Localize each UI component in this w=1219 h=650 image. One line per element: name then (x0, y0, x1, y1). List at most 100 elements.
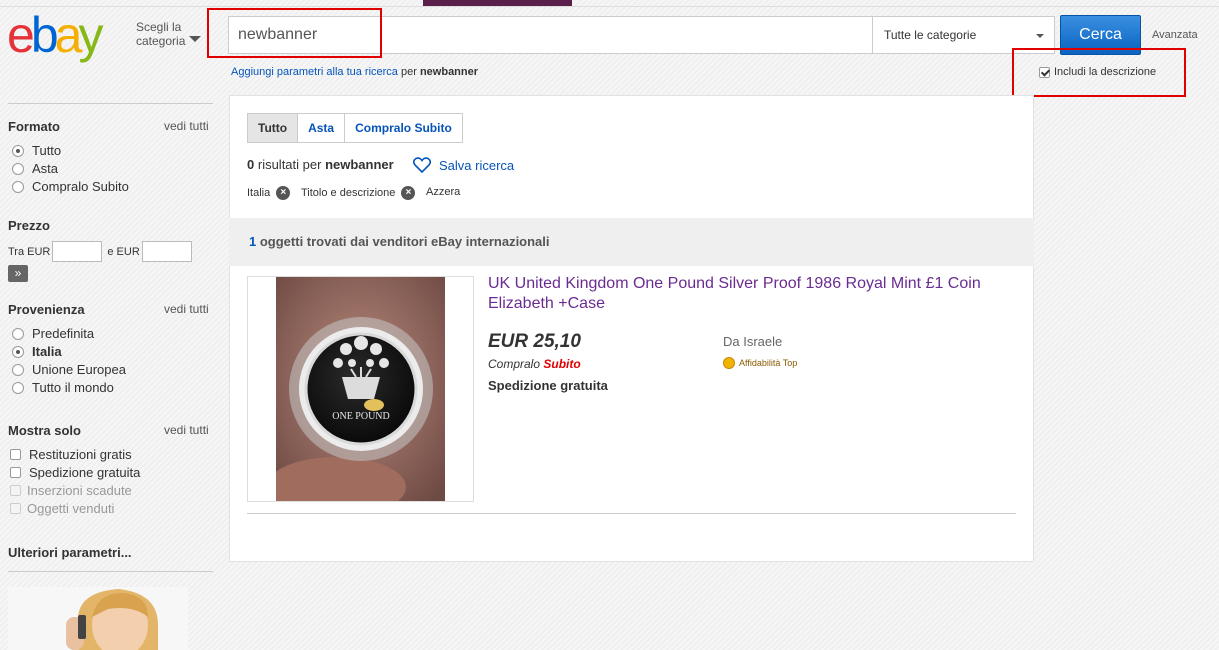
chevron-down-icon (1036, 34, 1044, 38)
checkbox-icon (10, 485, 21, 496)
top-accent-bar (423, 0, 572, 6)
origin-see-all-link[interactable]: vedi tutti (164, 302, 209, 316)
more-params-link[interactable]: Ulteriori parametri... (8, 545, 132, 560)
origin-title: Provenienza (8, 302, 85, 317)
origin-option-label: Tutto il mondo (32, 380, 114, 395)
logo-letter-e: e (7, 7, 35, 63)
radio-icon[interactable] (12, 162, 24, 175)
price-to-label: e EUR (107, 245, 140, 258)
item-origin: Da Israele (723, 334, 783, 349)
filter-sold-items: Oggetti venduti (10, 501, 114, 516)
format-option-buy-now[interactable]: Compralo Subito (12, 179, 129, 194)
radio-icon[interactable] (12, 345, 24, 358)
top-divider (0, 6, 1219, 7)
save-search-link[interactable]: Salva ricerca (439, 158, 514, 173)
sidebar-divider (8, 571, 213, 572)
show-only-title: Mostra solo (8, 423, 81, 438)
add-params-for: per (400, 66, 417, 78)
origin-option-label: Unione Europea (32, 362, 126, 377)
price-min-input[interactable] (52, 241, 103, 262)
coin-photo[interactable]: ONE POUND (276, 277, 445, 501)
category-select-value: Tutte le categorie (884, 28, 977, 42)
item-divider (247, 513, 1016, 514)
clear-filters-link[interactable]: Azzera (426, 186, 460, 198)
close-icon[interactable]: × (401, 186, 416, 200)
filter-chip-italy: Italia × (247, 186, 291, 200)
price-from-label: Tra EUR (8, 245, 51, 258)
filter-free-returns[interactable]: Restituzioni gratis (10, 447, 132, 462)
format-option-label: Asta (32, 161, 59, 176)
buy-now-badge: Compralo Subito (488, 357, 581, 371)
add-params-link[interactable]: Aggiungi parametri alla tua ricerca (231, 66, 398, 78)
format-option-label: Tutto (32, 143, 62, 158)
close-icon[interactable]: × (276, 186, 291, 200)
medal-icon (723, 357, 735, 369)
radio-icon[interactable] (12, 363, 24, 376)
origin-option-eu[interactable]: Unione Europea (12, 362, 126, 377)
checkbox-icon (10, 503, 21, 514)
filter-label: Spedizione gratuita (29, 465, 141, 480)
add-params-term: newbanner (419, 66, 479, 78)
origin-option-default[interactable]: Predefinita (12, 326, 94, 341)
buy-now-label: Compralo (488, 357, 541, 371)
filter-chip-label: Titolo e descrizione (301, 187, 396, 199)
woman-on-phone-image (8, 587, 188, 650)
heart-icon[interactable] (413, 157, 431, 173)
checkbox-icon[interactable] (10, 467, 21, 478)
item-price: EUR 25,10 (488, 331, 581, 352)
price-range: Tra EUR e EUR (8, 241, 195, 262)
price-submit-button[interactable]: » (8, 265, 28, 282)
tab-buy-now[interactable]: Compralo Subito (344, 114, 462, 142)
format-option-label: Compralo Subito (32, 179, 129, 194)
filter-expired-listings: Inserzioni scadute (10, 483, 132, 498)
sidebar-divider (8, 103, 213, 104)
chevron-down-icon[interactable] (189, 36, 201, 42)
top-rated-badge: Affidabilità Top (723, 357, 797, 369)
highlight-box-search (207, 8, 382, 58)
radio-icon[interactable] (12, 381, 24, 394)
ebay-logo[interactable]: ebay (7, 7, 103, 63)
format-title: Formato (8, 119, 60, 134)
logo-letter-a: a (54, 7, 83, 63)
choose-category-button[interactable]: Scegli la categoria (136, 20, 188, 48)
results-count-label: risultati per (257, 157, 322, 172)
international-results-bar: 1 oggetti trovati dai venditori eBay int… (229, 218, 1034, 266)
filter-chip-label: Italia (247, 187, 271, 199)
add-params-line: Aggiungi parametri alla tua ricerca per … (231, 66, 478, 78)
highlight-box-description (1012, 48, 1186, 97)
radio-icon[interactable] (12, 180, 24, 193)
format-tabs: Tutto Asta Compralo Subito (247, 113, 463, 143)
format-option-all[interactable]: Tutto (12, 143, 61, 158)
filter-label: Oggetti venduti (27, 501, 115, 516)
format-see-all-link[interactable]: vedi tutti (164, 119, 209, 133)
buy-now-label-accent: Subito (543, 357, 581, 371)
logo-letter-y: y (78, 7, 103, 63)
price-title: Prezzo (8, 218, 50, 233)
top-rated-label: Affidabilità Top (739, 358, 798, 368)
filter-chip-title-description: Titolo e descrizione × (301, 186, 416, 200)
show-only-see-all-link[interactable]: vedi tutti (164, 423, 209, 437)
filter-free-shipping[interactable]: Spedizione gratuita (10, 465, 140, 480)
item-shipping: Spedizione gratuita (488, 378, 608, 393)
format-option-auction[interactable]: Asta (12, 161, 58, 176)
tab-all[interactable]: Tutto (248, 114, 298, 142)
radio-icon[interactable] (12, 327, 24, 340)
filter-label: Restituzioni gratis (29, 447, 132, 462)
logo-letter-b: b (30, 7, 59, 63)
results-count-number: 0 (247, 157, 255, 172)
advertisement-image[interactable] (8, 587, 188, 650)
origin-option-label: Italia (32, 344, 62, 359)
origin-option-italy[interactable]: Italia (12, 344, 62, 359)
origin-option-label: Predefinita (32, 326, 95, 341)
origin-option-world[interactable]: Tutto il mondo (12, 380, 114, 395)
intl-label: oggetti trovati dai venditori eBay inter… (259, 234, 550, 249)
advanced-search-link[interactable]: Avanzata (1152, 29, 1198, 41)
filter-label: Inserzioni scadute (27, 483, 132, 498)
price-max-input[interactable] (141, 241, 192, 262)
radio-icon[interactable] (12, 144, 24, 157)
tab-auction[interactable]: Asta (297, 114, 345, 142)
results-count: 0 risultati per newbanner (247, 157, 394, 172)
coin-text: ONE POUND (332, 411, 390, 422)
item-title-link[interactable]: UK United Kingdom One Pound Silver Proof… (488, 274, 1008, 314)
checkbox-icon[interactable] (10, 449, 21, 460)
